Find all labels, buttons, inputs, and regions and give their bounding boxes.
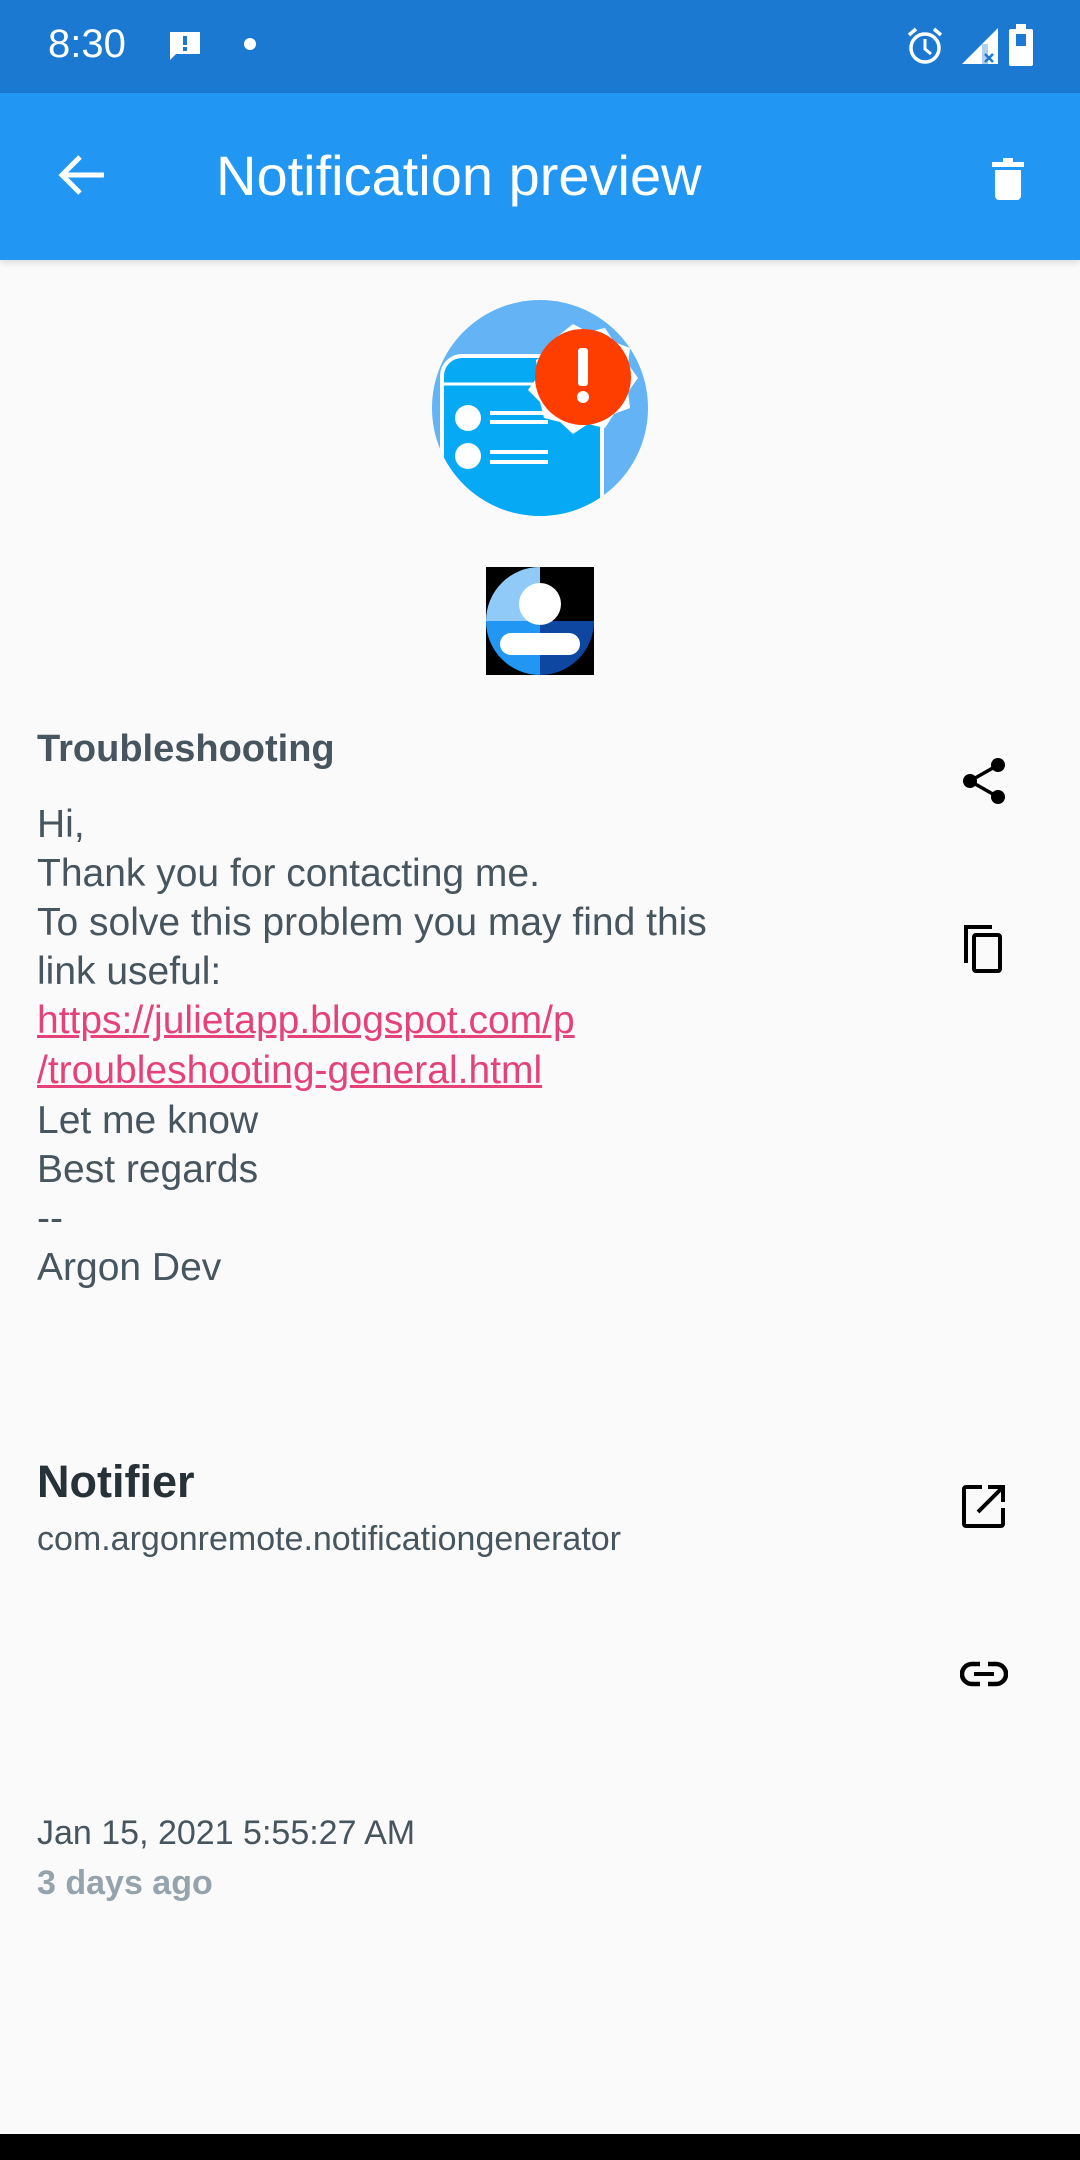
share-icon xyxy=(962,757,1006,810)
body-line: Hi, xyxy=(37,803,85,846)
package-name: com.argonremote.notificationgenerator xyxy=(37,1520,621,1558)
body-line: To solve this problem you may find this xyxy=(37,901,707,944)
open-app-button[interactable] xyxy=(948,1472,1020,1544)
trash-icon xyxy=(992,157,1024,205)
battery-icon xyxy=(1008,24,1034,66)
body-line: Thank you for contacting me. xyxy=(37,852,540,895)
notification-title: Troubleshooting xyxy=(37,728,335,770)
back-button[interactable] xyxy=(50,145,114,209)
notification-body: Hi, Thank you for contacting me. To solv… xyxy=(37,800,797,1292)
app-name: Notifier xyxy=(37,1456,195,1507)
body-line: -- xyxy=(37,1197,63,1240)
notification-dot-icon xyxy=(244,38,256,50)
copy-button[interactable] xyxy=(948,915,1020,987)
message-alert-icon xyxy=(168,30,202,62)
alarm-icon xyxy=(905,26,945,66)
notification-app-icon xyxy=(428,296,652,520)
status-bar: 8:30 xyxy=(0,0,1080,93)
open-in-new-icon xyxy=(962,1484,1006,1533)
share-button[interactable] xyxy=(948,747,1020,819)
body-line: Best regards xyxy=(37,1148,259,1191)
arrow-left-icon xyxy=(56,149,108,206)
copy-icon xyxy=(962,923,1006,980)
avatar-icon xyxy=(486,567,594,675)
body-line: Let me know xyxy=(37,1099,259,1142)
notification-relative-time: 3 days ago xyxy=(37,1864,213,1902)
body-link-line[interactable]: /troubleshooting-general.html xyxy=(37,1046,797,1096)
status-time: 8:30 xyxy=(48,22,126,66)
body-link-line[interactable]: https://julietapp.blogspot.com/p xyxy=(37,996,797,1046)
app-bar: Notification preview xyxy=(0,93,1080,260)
delete-button[interactable] xyxy=(976,149,1040,213)
copy-link-button[interactable] xyxy=(948,1640,1020,1712)
notification-date: Jan 15, 2021 5:55:27 AM xyxy=(37,1814,416,1852)
link-icon xyxy=(959,1661,1009,1692)
page-title: Notification preview xyxy=(216,144,702,207)
body-line: Argon Dev xyxy=(37,1246,222,1289)
signal-no-data-icon xyxy=(960,26,1000,66)
body-link[interactable]: https://julietapp.blogspot.com/p /troubl… xyxy=(37,996,797,1096)
body-line: link useful: xyxy=(37,950,222,993)
system-nav-bar xyxy=(0,2134,1080,2160)
